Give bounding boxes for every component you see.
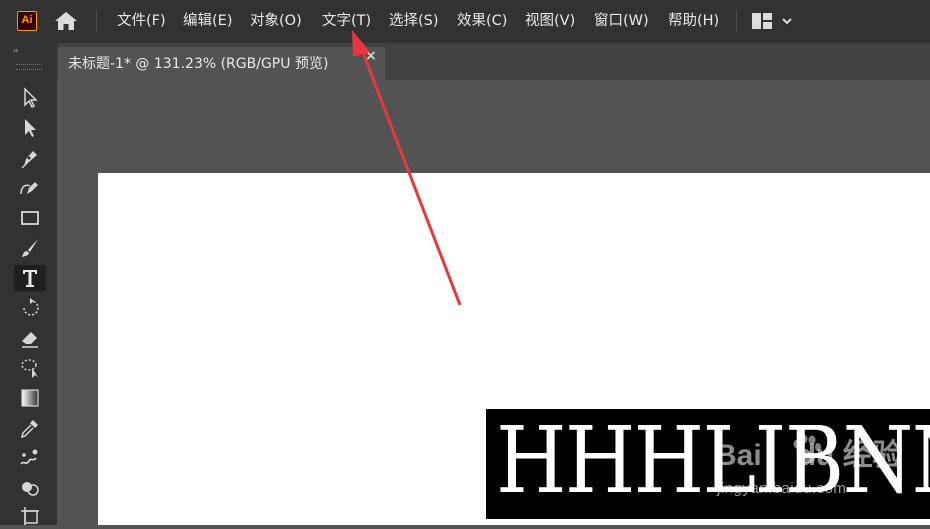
menu-select[interactable]: 选择(S) [389,11,439,31]
menu-window[interactable]: 窗口(W) [594,11,649,31]
panel-grip[interactable] [16,64,42,70]
menu-separator [96,10,97,32]
menu-type[interactable]: 文字(T) [322,11,371,31]
shape-builder-tool-icon[interactable] [14,475,46,501]
eyedropper-tool-icon[interactable] [14,415,46,441]
menu-view[interactable]: 视图(V) [525,11,575,31]
menu-bar: Ai 文件(F) 编辑(E) 对象(O) 文字(T) 选择(S) 效果(C) 视… [0,0,930,43]
document-tab-bar: 未标题-1* @ 131.23% (RGB/GPU 预览) [0,43,930,80]
gradient-tool-icon[interactable] [14,385,46,411]
home-icon[interactable] [54,10,78,32]
rotate-tool-icon[interactable] [14,295,46,321]
menu-effect[interactable]: 效果(C) [457,11,507,31]
close-icon[interactable]: × [365,48,377,64]
menu-file[interactable]: 文件(F) [117,11,166,31]
menu-separator [736,10,737,32]
document-tab-title: 未标题-1* @ 131.23% (RGB/GPU 预览) [68,56,329,72]
pen-tool-icon[interactable] [14,145,46,171]
menu-edit[interactable]: 编辑(E) [183,11,232,31]
puppet-warp-tool-icon[interactable] [14,445,46,471]
menu-help[interactable]: 帮助(H) [668,11,719,31]
curvature-tool-icon[interactable] [14,175,46,201]
rectangle-tool-icon[interactable] [14,205,46,231]
workspace-switcher-icon[interactable] [752,12,794,30]
type-tool-icon[interactable] [14,265,46,291]
selection-tool-icon[interactable] [14,85,46,111]
tools-panel: ›› [0,43,57,525]
illustrator-logo: Ai [17,11,37,31]
collapse-panel-icon[interactable]: ›› [13,46,19,55]
artboard-tool-icon[interactable] [14,503,46,529]
eraser-tool-icon[interactable] [14,325,46,351]
direct-selection-tool-icon[interactable] [14,115,46,141]
artboard-text-object[interactable]: HHHLIBNN [486,409,930,519]
menu-object[interactable]: 对象(O) [250,11,302,31]
paintbrush-tool-icon[interactable] [14,235,46,261]
lasso-tool-icon[interactable] [14,355,46,381]
artboard-text: HHHLIBNN [496,409,930,514]
document-tab[interactable]: 未标题-1* @ 131.23% (RGB/GPU 预览) [58,47,385,80]
